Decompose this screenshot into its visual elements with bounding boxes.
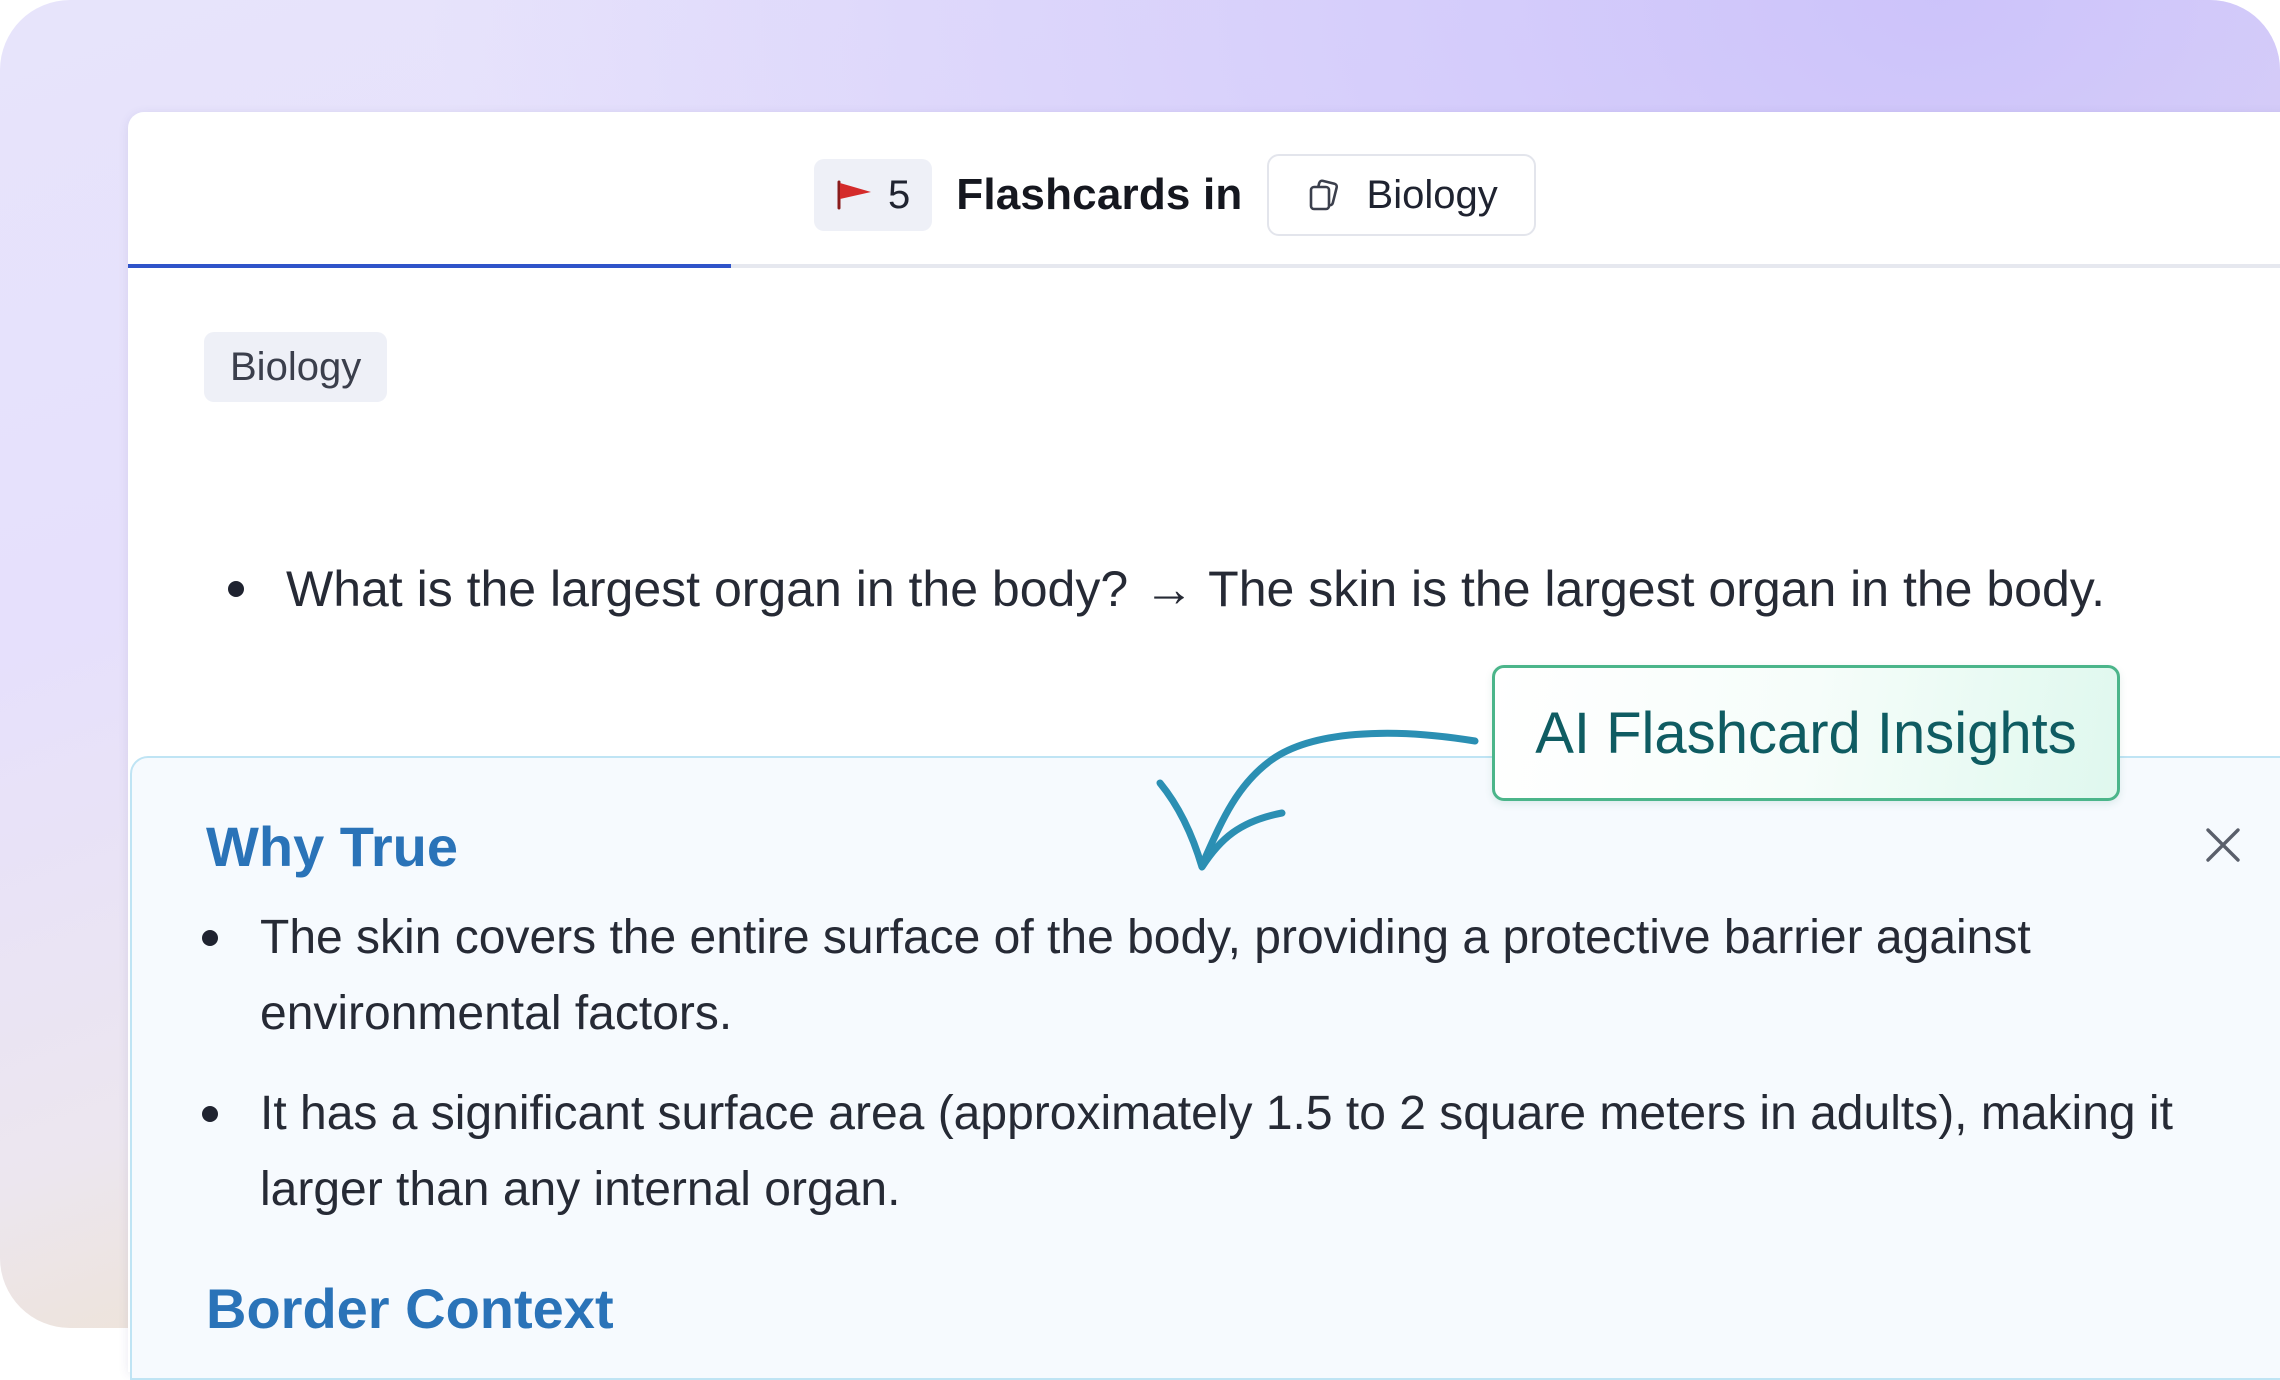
reason-text: The skin covers the entire surface of th… bbox=[260, 911, 2031, 1040]
reason-item: The skin covers the entire surface of th… bbox=[202, 900, 2252, 1052]
bullet bbox=[228, 581, 244, 597]
deck-label: Biology bbox=[1366, 172, 1498, 217]
subject-tag: Biology bbox=[204, 332, 388, 402]
flag-icon bbox=[837, 180, 871, 210]
cards-icon bbox=[1309, 179, 1338, 211]
bullet bbox=[202, 930, 218, 946]
flashcard-question: What is the largest organ in the body? bbox=[286, 561, 1129, 617]
progress-bar-fill bbox=[128, 264, 731, 268]
progress-bar bbox=[128, 264, 2280, 268]
flashcard-answer: The skin is the largest organ in the bod… bbox=[1208, 561, 2105, 617]
flagged-count-chip[interactable]: 5 bbox=[814, 159, 933, 231]
deck-selector-chip[interactable]: Biology bbox=[1266, 154, 1536, 236]
flashcard-item: What is the largest organ in the body? →… bbox=[228, 560, 2105, 618]
why-true-heading: Why True bbox=[206, 815, 459, 878]
border-context-heading: Border Context bbox=[206, 1277, 614, 1340]
curved-arrow-icon bbox=[1156, 729, 1479, 871]
close-icon[interactable] bbox=[2202, 824, 2244, 866]
flashcards-header: 5 Flashcards in Biology bbox=[128, 112, 2280, 269]
bullet bbox=[202, 1106, 218, 1122]
reason-text: It has a significant surface area (appro… bbox=[260, 1087, 2173, 1216]
flagged-count: 5 bbox=[888, 172, 911, 217]
header-title-group: 5 Flashcards in Biology bbox=[814, 154, 1536, 236]
reason-item: It has a significant surface area (appro… bbox=[202, 1076, 2252, 1228]
ai-insights-callout[interactable]: AI Flashcard Insights bbox=[1492, 665, 2120, 801]
arrow-separator: → bbox=[1144, 561, 1195, 617]
header-title: Flashcards in bbox=[956, 170, 1243, 219]
